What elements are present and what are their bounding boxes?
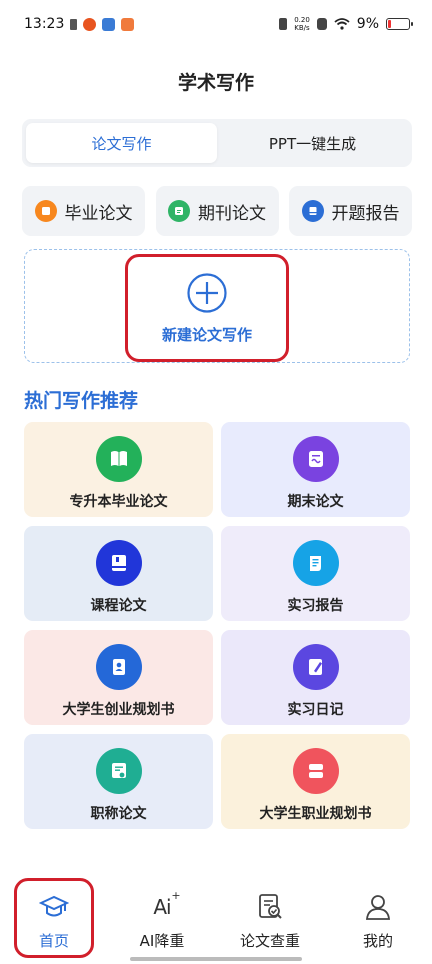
card-upgrade-thesis[interactable]: 专升本毕业论文 (24, 422, 213, 517)
tab-paper-writing[interactable]: 论文写作 (26, 123, 217, 163)
status-right: 0.20 KB/s 9% (279, 16, 413, 32)
card-title-paper[interactable]: 职称论文 (24, 734, 213, 829)
network-speed: 0.20 KB/s (294, 16, 310, 32)
card-startup-plan[interactable]: 大学生创业规划书 (24, 630, 213, 725)
doc-check-icon (255, 892, 285, 922)
page-title: 学术写作 (177, 72, 254, 94)
plus-circle-icon (187, 272, 227, 313)
book-icon (95, 436, 142, 482)
certificate-icon (95, 748, 142, 794)
card-course-paper[interactable]: 课程论文 (24, 526, 213, 621)
tab-home[interactable]: 首页 (0, 868, 108, 964)
tab-label: 论文查重 (239, 932, 300, 950)
journal-icon (168, 200, 190, 222)
chip-label: 期刊论文 (198, 203, 266, 224)
vibrate-icon (279, 18, 288, 30)
bottom-tab-bar: 首页 Ai + AI降重 论文查重 我的 (0, 868, 432, 964)
notebook-icon (95, 540, 142, 586)
battery-icon (386, 18, 413, 30)
chip-label: 开题报告 (331, 203, 400, 224)
weibo-icon (83, 17, 97, 31)
card-internship-diary[interactable]: 实习日记 (221, 630, 410, 725)
card-label: 实习日记 (287, 702, 344, 718)
tab-label: 我的 (362, 932, 393, 950)
hot-cards-grid: 专升本毕业论文 期末论文 课程论文 实习报告 大学生创业规划书 实习日记 职称论… (24, 422, 410, 829)
status-time: 13:23 (24, 16, 65, 32)
thesis-icon (34, 200, 57, 222)
chip-graduation-thesis[interactable]: 毕业论文 (22, 186, 145, 236)
planner-icon (292, 748, 339, 794)
wifi-icon (334, 18, 350, 30)
card-label: 大学生职业规划书 (259, 806, 372, 822)
paper-type-chips: 毕业论文 期刊论文 开题报告 (22, 186, 412, 236)
new-paper-area: 新建论文写作 (24, 249, 410, 363)
user-icon (363, 892, 393, 922)
sim-icon (316, 18, 327, 30)
chip-proposal-report[interactable]: 开题报告 (289, 186, 412, 236)
card-label: 课程论文 (90, 598, 147, 614)
card-final-paper[interactable]: 期末论文 (221, 422, 410, 517)
tab-plagiarism-check[interactable]: 论文查重 (216, 868, 324, 964)
proposal-icon (301, 200, 324, 222)
scroll-icon (292, 540, 339, 586)
graduation-cap-icon (39, 892, 69, 922)
tab-mine[interactable]: 我的 (324, 868, 432, 964)
tab-ppt-generate[interactable]: PPT一键生成 (217, 123, 408, 163)
mode-segmented-control: 论文写作 PPT一键生成 (22, 119, 412, 167)
notification-icon (70, 18, 78, 30)
app-notification-icon (102, 17, 116, 31)
new-paper-label: 新建论文写作 (161, 325, 252, 344)
app-badge-icon (121, 17, 135, 31)
hot-section-title: 热门写作推荐 (24, 390, 139, 412)
tab-ai-rewrite[interactable]: Ai + AI降重 (108, 868, 216, 964)
tab-label: AI降重 (139, 932, 185, 950)
contacts-icon (95, 644, 142, 690)
card-label: 期末论文 (287, 494, 344, 510)
card-label: 职称论文 (90, 806, 147, 822)
battery-percent: 9% (356, 16, 379, 32)
document-icon (292, 436, 339, 482)
pen-notebook-icon (292, 644, 339, 690)
network-speed-value: 0.20 (294, 16, 310, 24)
card-label: 大学生创业规划书 (62, 702, 175, 718)
tab-label: 首页 (38, 932, 69, 950)
new-paper-button[interactable]: 新建论文写作 (125, 254, 289, 362)
network-speed-unit: KB/s (294, 24, 310, 32)
status-left: 13:23 (24, 16, 135, 32)
status-bar: 13:23 0.20 KB/s 9% (0, 0, 432, 48)
card-label: 实习报告 (287, 598, 344, 614)
card-internship-report[interactable]: 实习报告 (221, 526, 410, 621)
chip-journal-paper[interactable]: 期刊论文 (155, 186, 279, 236)
chip-label: 毕业论文 (64, 203, 133, 224)
card-career-plan[interactable]: 大学生职业规划书 (221, 734, 410, 829)
home-indicator (130, 957, 302, 961)
card-label: 专升本毕业论文 (69, 494, 168, 510)
ai-sparkle-icon: Ai + (153, 889, 180, 919)
